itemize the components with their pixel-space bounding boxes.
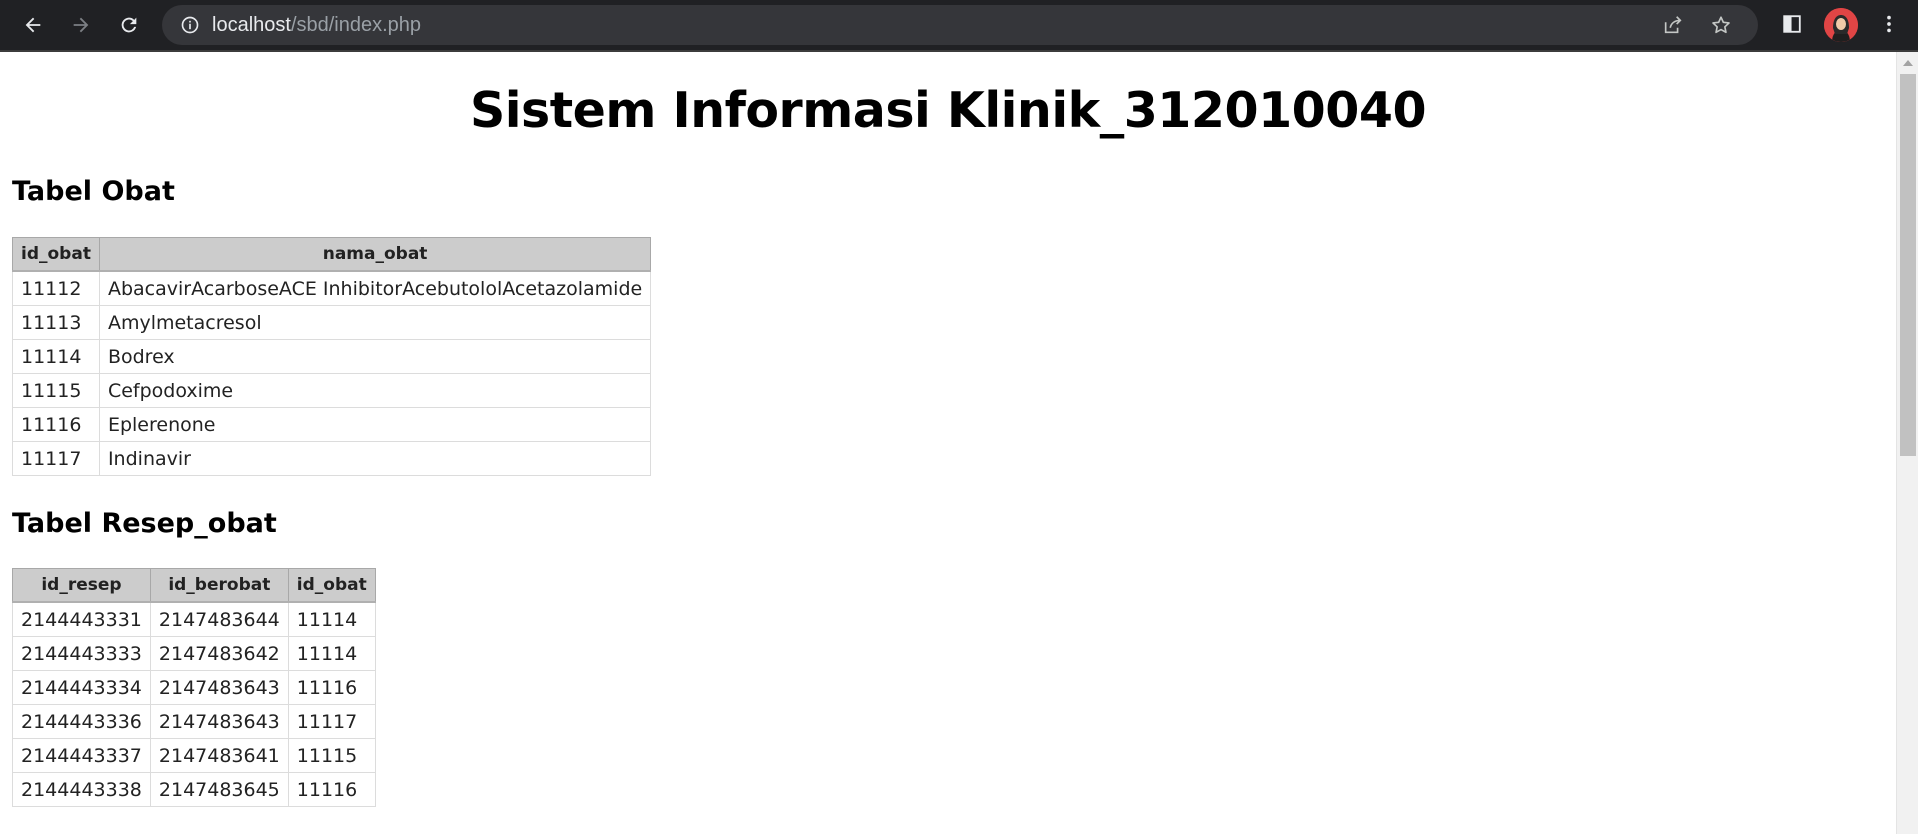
table-cell: 11117 xyxy=(12,441,100,476)
table-cell: Bodrex xyxy=(98,339,652,374)
forward-button[interactable] xyxy=(64,8,98,42)
table-cell: 11117 xyxy=(287,704,376,739)
table-row: 2144443338 2147483645 11116 xyxy=(12,772,376,807)
obat-section-heading: Tabel Obat xyxy=(12,176,175,207)
avatar-icon xyxy=(1824,8,1858,42)
table-cell: 11113 xyxy=(12,305,100,340)
star-icon[interactable] xyxy=(1710,14,1732,36)
table-cell: 11112 xyxy=(12,270,100,306)
arrow-left-icon xyxy=(25,17,41,33)
table-row: 2144443337 2147483641 11115 xyxy=(12,738,376,773)
table-row: 2144443331 2147483644 11114 xyxy=(12,601,376,637)
column-header: id_resep xyxy=(12,568,151,603)
table-cell: 11114 xyxy=(287,601,376,637)
table-row: 11117 Indinavir xyxy=(12,441,652,476)
table-cell: 2147483642 xyxy=(149,636,289,671)
reload-icon xyxy=(121,17,137,33)
column-header: nama_obat xyxy=(98,237,652,272)
table-cell: 2144443336 xyxy=(12,704,151,739)
table-cell: Cefpodoxime xyxy=(98,373,652,408)
arrow-right-icon xyxy=(73,17,89,33)
kebab-menu-icon[interactable] xyxy=(1878,13,1900,35)
table-cell: 11114 xyxy=(12,339,100,374)
table-cell: 11115 xyxy=(12,373,100,408)
column-header: id_obat xyxy=(287,568,376,603)
table-cell: 11114 xyxy=(287,636,376,671)
table-cell: 2144443334 xyxy=(12,670,151,705)
table-cell: 2144443338 xyxy=(12,772,151,807)
resep-section-heading: Tabel Resep_obat xyxy=(12,508,277,539)
table-header-row: id_obat nama_obat xyxy=(12,237,652,272)
info-icon[interactable] xyxy=(180,15,200,35)
back-button[interactable] xyxy=(16,8,50,42)
table-cell: 11116 xyxy=(12,407,100,442)
table-cell: Eplerenone xyxy=(98,407,652,442)
table-cell: 11116 xyxy=(287,772,376,807)
table-cell: Indinavir xyxy=(98,441,652,476)
table-cell: 2144443337 xyxy=(12,738,151,773)
table-cell: 2144443333 xyxy=(12,636,151,671)
reload-button[interactable] xyxy=(112,8,146,42)
resep-obat-table: id_resep id_berobat id_obat 2144443331 2… xyxy=(12,568,376,807)
scrollbar-thumb[interactable] xyxy=(1900,74,1916,456)
table-cell: 2147483643 xyxy=(149,670,289,705)
table-cell: 11115 xyxy=(287,738,376,773)
vertical-scrollbar[interactable] xyxy=(1896,52,1918,834)
table-row: 2144443334 2147483643 11116 xyxy=(12,670,376,705)
table-row: 11116 Eplerenone xyxy=(12,407,652,442)
url-path: /sbd/index.php xyxy=(290,14,422,36)
table-cell: 2144443331 xyxy=(12,601,151,637)
column-header: id_berobat xyxy=(149,568,289,603)
table-cell: 11116 xyxy=(287,670,376,705)
table-row: 11113 Amylmetacresol xyxy=(12,305,652,340)
table-row: 2144443336 2147483643 11117 xyxy=(12,704,376,739)
browser-toolbar: localhost/sbd/index.php xyxy=(0,0,1918,52)
obat-table: id_obat nama_obat 11112 AbacavirAcarbose… xyxy=(12,237,652,476)
address-bar[interactable]: localhost/sbd/index.php xyxy=(162,5,1758,45)
page-title: Sistem Informasi Klinik_312010040 xyxy=(469,82,1427,139)
table-cell: Amylmetacresol xyxy=(98,305,652,340)
page-content: Sistem Informasi Klinik_312010040 Tabel … xyxy=(0,52,1896,834)
url-host: localhost xyxy=(212,14,291,36)
side-panel-icon[interactable] xyxy=(1781,13,1803,35)
table-cell: 2147483641 xyxy=(149,738,289,773)
scroll-up-arrow-icon[interactable] xyxy=(1903,60,1913,66)
table-row: 11115 Cefpodoxime xyxy=(12,373,652,408)
column-header: id_obat xyxy=(12,237,100,272)
table-cell: 2147483643 xyxy=(149,704,289,739)
table-header-row: id_resep id_berobat id_obat xyxy=(12,568,376,603)
table-row: 2144443333 2147483642 11114 xyxy=(12,636,376,671)
table-row: 11112 AbacavirAcarboseACE InhibitorAcebu… xyxy=(12,270,652,306)
share-icon[interactable] xyxy=(1662,14,1684,36)
table-row: 11114 Bodrex xyxy=(12,339,652,374)
profile-avatar[interactable] xyxy=(1824,8,1858,42)
table-cell: 2147483645 xyxy=(149,772,289,807)
table-cell: AbacavirAcarboseACE InhibitorAcebutololA… xyxy=(98,270,652,306)
url-text[interactable]: localhost/sbd/index.php xyxy=(212,5,421,45)
table-cell: 2147483644 xyxy=(149,601,289,637)
